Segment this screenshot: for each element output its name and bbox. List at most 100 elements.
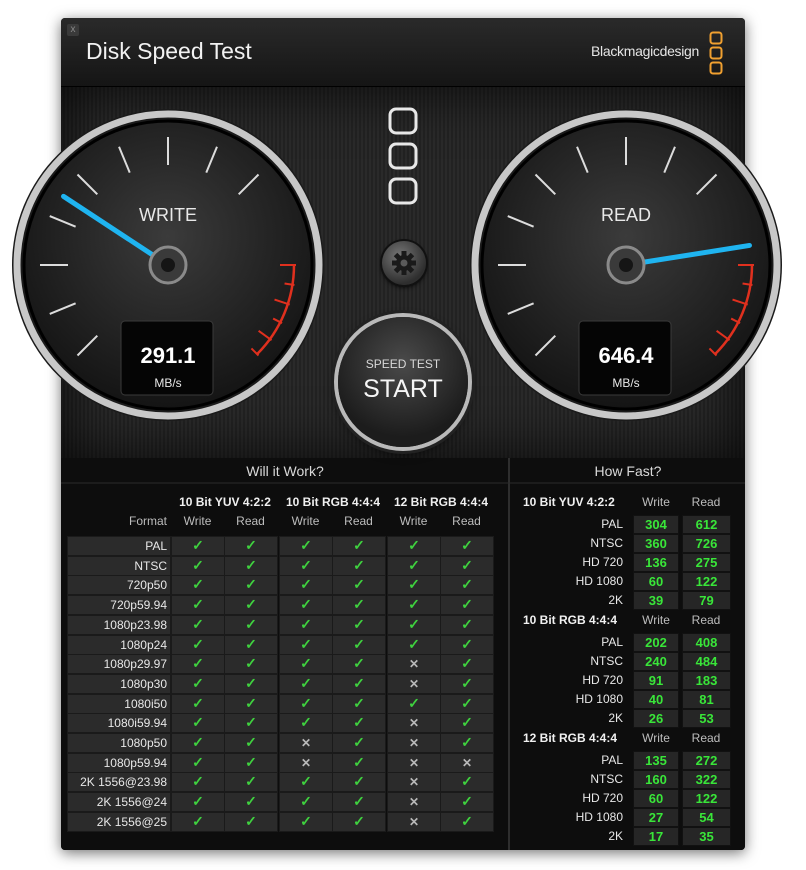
cross-icon: ✕ [408,736,420,750]
checkmark-icon: ✓ [300,635,312,652]
checkmark-icon: ✓ [353,537,365,553]
format-label: 1080p23.98 [103,617,167,632]
format-label: 2K 1556@24 [96,795,167,810]
read-speed-value: 54 [682,808,731,827]
format-group-header: 12 Bit RGB 4:4:4 [393,495,489,509]
format-label: 1080p59.94 [103,755,167,770]
write-speed-value: 40 [633,690,679,709]
checkmark-icon: ✓ [353,734,365,750]
checkmark-icon: ✓ [192,734,204,750]
how-fast-section-title: 12 Bit RGB 4:4:4 [523,731,618,745]
how-fast-section-title: 10 Bit YUV 4:2:2 [523,495,615,509]
format-label: PAL [145,539,167,553]
read-speed-value: 322 [682,770,731,789]
checkmark-icon: ✓ [300,812,312,829]
write-read-header: Read [344,514,373,528]
checkmark-icon: ✓ [461,635,473,652]
cross-icon: ✕ [408,755,420,770]
checkmark-icon: ✓ [245,694,257,711]
checkmark-icon: ✓ [353,674,365,691]
write-gauge-unit: MB/s [154,376,181,390]
checkmark-icon: ✓ [408,596,420,613]
checkmark-icon: ✓ [300,694,312,711]
cross-icon: ✕ [461,755,473,770]
start-button[interactable]: SPEED TEST START [338,317,468,447]
checkmark-icon: ✓ [300,576,312,593]
checkmark-icon: ✓ [192,694,204,711]
read-speed-value: 81 [682,690,731,709]
cross-icon: ✕ [408,716,420,731]
write-gauge: WRITE 291.1 MB/s [12,109,324,421]
checkmark-icon: ✓ [461,576,473,593]
read-speed-value: 122 [682,789,731,808]
checkmark-icon: ✓ [461,596,473,613]
checkmark-icon: ✓ [300,655,312,672]
checkmark-icon: ✓ [408,694,420,711]
cross-icon: ✕ [408,814,420,829]
checkmark-icon: ✓ [245,576,257,593]
read-gauge-hub-center [619,258,633,272]
checkmark-icon: ✓ [192,537,204,553]
checkmark-icon: ✓ [192,773,204,790]
how-fast-read-header: Read [691,731,721,745]
settings-button[interactable] [382,241,426,285]
write-gauge-label: WRITE [139,205,197,225]
checkmark-icon: ✓ [245,556,257,573]
how-fast-row-label: HD 720 [582,791,623,805]
checkmark-icon: ✓ [353,812,365,829]
format-label: 2K 1556@23.98 [80,775,167,790]
checkmark-icon: ✓ [300,773,312,790]
how-fast-read-header: Read [691,613,721,627]
write-speed-value: 136 [633,553,679,572]
read-speed-value: 726 [682,534,731,553]
read-speed-value: 408 [682,633,731,652]
will-it-work-title: Will it Work? [246,463,324,479]
checkmark-icon: ✓ [461,537,473,553]
format-label: 2K 1556@25 [96,814,167,829]
results-panel: Will it Work? How Fast? 10 Bit YUV 4:2:2… [61,458,745,850]
read-gauge-unit: MB/s [612,376,639,390]
how-fast-row-label: PAL [601,517,623,531]
checkmark-icon: ✓ [300,596,312,613]
format-group-header: 10 Bit RGB 4:4:4 [285,495,381,509]
how-fast-row-label: 2K [608,829,623,843]
checkmark-icon: ✓ [408,635,420,652]
checkmark-icon: ✓ [245,635,257,652]
write-speed-value: 360 [633,534,679,553]
checkmark-icon: ✓ [245,753,257,770]
how-fast-title: How Fast? [594,463,662,479]
how-fast-row-label: 2K [608,593,623,607]
how-fast-read-header: Read [691,495,721,509]
format-label: 1080p50 [120,736,167,750]
how-fast-section-title: 10 Bit RGB 4:4:4 [523,613,618,627]
read-speed-value: 484 [682,652,731,671]
cross-icon: ✕ [408,676,420,691]
checkmark-icon: ✓ [245,537,257,553]
read-speed-value: 612 [682,515,731,534]
checkmark-icon: ✓ [245,615,257,632]
checkmark-icon: ✓ [192,556,204,573]
write-speed-value: 304 [633,515,679,534]
checkmark-icon: ✓ [245,793,257,810]
how-fast-row-label: HD 1080 [575,810,623,824]
how-fast-row-label: 2K [608,711,623,725]
gear-icon [392,251,416,275]
close-button[interactable]: x [67,24,79,36]
format-label: 1080p24 [120,637,167,652]
how-fast-row-label: NTSC [590,536,623,550]
checkmark-icon: ✓ [353,753,365,770]
read-speed-value: 272 [682,751,731,770]
checkmark-icon: ✓ [353,773,365,790]
checkmark-icon: ✓ [461,793,473,810]
write-gauge-value: 291.1 [140,343,195,368]
checkmark-icon: ✓ [192,576,204,593]
how-fast-row-label: HD 1080 [575,574,623,588]
read-speed-value: 183 [682,671,731,690]
checkmark-icon: ✓ [300,714,312,731]
how-fast-row-label: PAL [601,753,623,767]
checkmark-icon: ✓ [245,714,257,731]
cross-icon: ✕ [408,795,420,810]
checkmark-icon: ✓ [192,793,204,810]
checkmark-icon: ✓ [192,655,204,672]
checkmark-icon: ✓ [245,734,257,750]
